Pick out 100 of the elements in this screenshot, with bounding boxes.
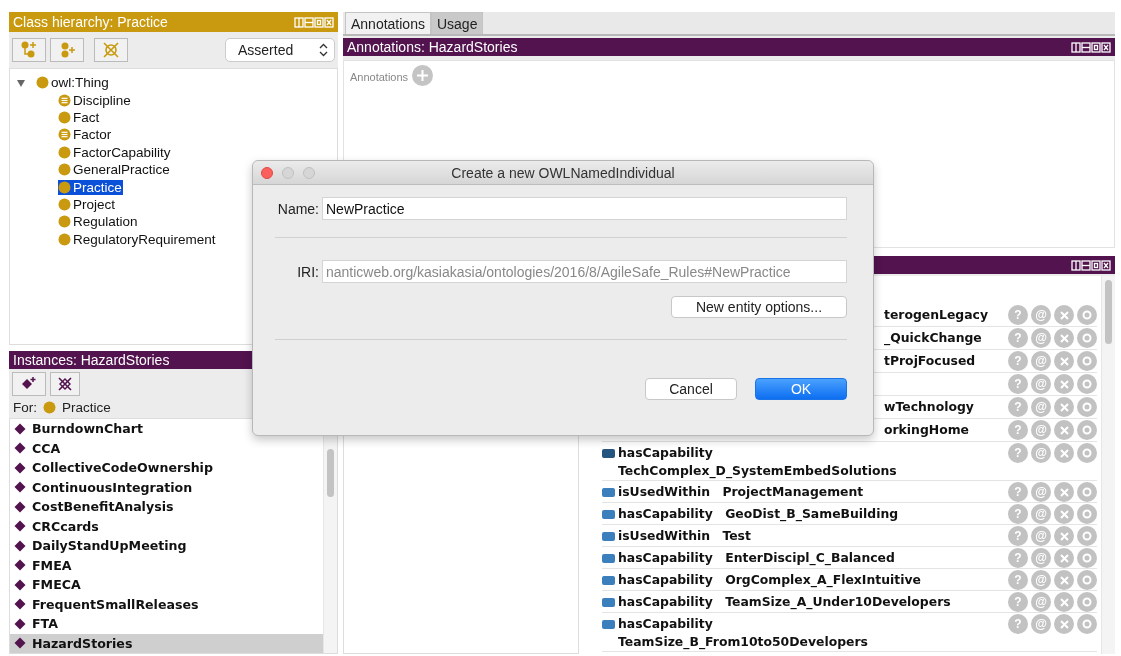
assertion-text: hasCapability GeoDist_B_SameBuilding [618, 505, 899, 523]
edit-button[interactable] [1077, 592, 1097, 612]
delete-button[interactable] [1054, 570, 1074, 590]
class-tree-item[interactable]: owl:Thing [36, 75, 110, 91]
individual-item[interactable]: FrequentSmallReleases [10, 594, 323, 614]
individual-item[interactable]: CostBenefitAnalysis [10, 497, 323, 517]
scrollbar[interactable] [1101, 276, 1115, 654]
cancel-button[interactable]: Cancel [645, 378, 737, 400]
class-tree-item[interactable]: Practice [58, 179, 123, 195]
edit-button[interactable] [1077, 482, 1097, 502]
edit-button[interactable] [1077, 526, 1097, 546]
tab[interactable]: Usage [430, 12, 484, 34]
edit-button[interactable] [1077, 443, 1097, 463]
assertion-text: isUsedWithin Test [618, 527, 751, 545]
class-tree-item[interactable]: Fact [58, 109, 101, 125]
individual-item[interactable]: CCA [10, 438, 323, 458]
new-entity-options-button[interactable]: New entity options... [671, 296, 847, 318]
name-field[interactable]: NewPractice [322, 197, 847, 220]
property-icon [602, 554, 615, 563]
individual-icon [14, 461, 26, 474]
close-icon [1059, 509, 1069, 519]
iri-label: IRI: [296, 263, 319, 280]
edit-button[interactable] [1077, 504, 1097, 524]
delete-button[interactable] [1054, 351, 1074, 371]
individual-icon [14, 500, 26, 513]
assertion-text: hasCapability EnterDiscipl_C_Balanced [618, 549, 895, 567]
individual-item[interactable]: CollectiveCodeOwnership [10, 458, 323, 478]
chevron-updown-icon [319, 43, 328, 57]
individual-icon [14, 442, 26, 455]
property-icon [602, 510, 615, 519]
individual-icon [14, 422, 26, 435]
class-tree-item[interactable]: Discipline [58, 92, 132, 108]
edit-button[interactable] [1077, 397, 1097, 417]
add-subclass-button[interactable] [12, 38, 46, 62]
edit-button[interactable] [1077, 351, 1097, 371]
edit-button[interactable] [1077, 420, 1097, 440]
delete-button[interactable] [1054, 482, 1074, 502]
zoom-window-button[interactable] [303, 166, 315, 179]
individual-item[interactable]: HazardStories [10, 633, 323, 653]
tab[interactable]: Annotations [345, 12, 431, 34]
close-icon [1059, 619, 1069, 629]
add-annotation-button[interactable] [412, 65, 434, 86]
delete-button[interactable] [1054, 443, 1074, 463]
assertion-text: tProjFocused [884, 352, 976, 370]
ring-icon [1082, 356, 1092, 366]
individual-item[interactable]: FTA [10, 614, 323, 634]
view-controls-icon[interactable] [1071, 259, 1111, 271]
edit-button[interactable] [1077, 328, 1097, 348]
edit-button[interactable] [1077, 305, 1097, 325]
class-tree-item[interactable]: Project [58, 196, 117, 212]
edit-button[interactable] [1077, 374, 1097, 394]
delete-button[interactable] [1054, 420, 1074, 440]
edit-button[interactable] [1077, 570, 1097, 590]
property-icon [602, 532, 615, 541]
assertion-text: wTechnology [884, 398, 974, 416]
individual-item[interactable]: BurndownChart [10, 419, 323, 439]
delete-button[interactable] [1054, 526, 1074, 546]
individual-item[interactable]: ContinuousIntegration [10, 477, 323, 497]
edit-button[interactable] [1077, 548, 1097, 568]
ring-icon [1082, 597, 1092, 607]
hierarchy-mode-select[interactable]: Asserted [225, 38, 335, 62]
collapse-triangle-icon[interactable] [16, 77, 26, 88]
individual-item[interactable]: CRCcards [10, 516, 323, 536]
individual-item[interactable]: FMECA [10, 575, 323, 595]
class-icon [58, 215, 71, 229]
delete-button[interactable] [1054, 397, 1074, 417]
close-icon [1059, 333, 1069, 343]
individual-item[interactable]: FMEA [10, 555, 323, 575]
add-sibling-button[interactable] [50, 38, 84, 62]
class-icon [58, 163, 71, 177]
delete-button[interactable] [1054, 548, 1074, 568]
ring-icon [1082, 509, 1092, 519]
class-tree-item[interactable]: Factor [58, 127, 113, 143]
edit-button[interactable] [1077, 614, 1097, 634]
panel-title: Annotations: HazardStories [347, 39, 518, 55]
delete-button[interactable] [1054, 592, 1074, 612]
class-tree-item[interactable]: FactorCapability [58, 144, 172, 160]
add-individual-button[interactable] [12, 372, 46, 396]
view-controls-icon[interactable] [1071, 41, 1111, 53]
close-icon [1059, 531, 1069, 541]
close-window-button[interactable] [261, 166, 273, 179]
delete-class-button[interactable] [94, 38, 128, 62]
class-tree-item[interactable]: RegulatoryRequirement [58, 231, 217, 247]
delete-button[interactable] [1054, 305, 1074, 325]
iri-field[interactable]: nanticweb.org/kasiakasia/ontologies/2016/8/AgileSafe_Rules#NewPractice [322, 260, 847, 283]
class-tree-item[interactable]: GeneralPractice [58, 162, 171, 178]
delete-button[interactable] [1054, 504, 1074, 524]
class-tree-item[interactable]: Regulation [58, 214, 139, 230]
property-icon [602, 488, 615, 497]
ok-button[interactable]: OK [755, 378, 847, 400]
delete-button[interactable] [1054, 374, 1074, 394]
assertion-text: terogenLegacy [884, 306, 988, 324]
minimize-window-button[interactable] [282, 166, 294, 179]
dialog-title: Create a new OWLNamedIndividual [450, 164, 676, 181]
delete-button[interactable] [1054, 328, 1074, 348]
close-icon [1059, 575, 1069, 585]
delete-button[interactable] [1054, 614, 1074, 634]
individual-item[interactable]: DailyStandUpMeeting [10, 536, 323, 556]
delete-individual-button[interactable] [50, 372, 80, 396]
individual-icon [14, 598, 26, 611]
